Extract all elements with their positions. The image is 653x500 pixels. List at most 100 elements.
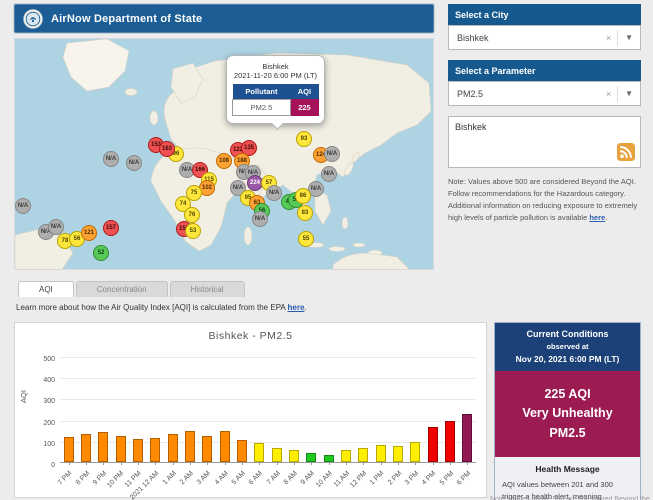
chart-bar[interactable] [393, 446, 403, 462]
note-here-link[interactable]: here [589, 213, 605, 222]
popup-table: Pollutant AQI PM2.5 225 [232, 84, 319, 116]
map-marker[interactable]: 53 [185, 223, 201, 239]
city-select-value: Bishkek [457, 33, 489, 43]
aqi-chart-panel: Bishkek - PM2.5 AQI 0100200300400500 7 P… [14, 322, 487, 498]
chart-bar[interactable] [289, 450, 299, 462]
chart-bar[interactable] [341, 450, 351, 462]
parameter-select[interactable]: PM2.5 × ▼ [448, 81, 641, 106]
y-tick-label: 300 [29, 398, 55, 405]
x-tick-label: 2 PM [386, 470, 403, 487]
x-tick [190, 462, 191, 465]
x-tick-label: 3 AM [196, 470, 212, 486]
map-marker[interactable]: 163 [159, 141, 175, 157]
chart-bar[interactable] [376, 445, 386, 462]
x-tick-label: 8 PM [74, 470, 91, 487]
x-tick [138, 462, 139, 465]
chart-bar[interactable] [185, 431, 195, 462]
chart-bar[interactable] [202, 436, 212, 462]
map-marker[interactable]: N/A [103, 151, 119, 167]
tab-historical[interactable]: Historical [170, 281, 245, 297]
x-tick-label: 8 AM [283, 470, 299, 486]
chevron-down-icon[interactable]: ▼ [617, 86, 640, 102]
x-axis-labels: 7 PM8 PM9 PM10 PM11 PM2021 12 AM1 AM2 AM… [60, 467, 476, 497]
x-tick-label: 2 AM [179, 470, 195, 486]
tab-concentration[interactable]: Concentration [76, 281, 168, 297]
map-marker[interactable]: 121 [81, 225, 97, 241]
y-tick-label: 400 [29, 377, 55, 384]
x-tick-label: 3 PM [404, 470, 421, 487]
map-marker[interactable]: N/A [126, 155, 142, 171]
map-marker[interactable]: N/A [266, 185, 282, 201]
x-tick-label: 5 AM [231, 470, 247, 486]
popup-col-pollutant: Pollutant [233, 84, 291, 100]
chart-bar[interactable] [254, 443, 264, 462]
cc-aqi-value: 225 AQI [499, 385, 636, 404]
gridline [60, 399, 476, 400]
y-tick-label: 0 [29, 462, 55, 469]
cc-datetime: Nov 20, 2021 6:00 PM (LT) [499, 354, 636, 364]
x-tick [242, 462, 243, 465]
rss-icon[interactable] [617, 143, 635, 163]
chart-bar[interactable] [168, 434, 178, 462]
chart-plot-area: 0100200300400500 [60, 357, 476, 463]
map-marker[interactable]: N/A [324, 146, 340, 162]
clear-city-icon[interactable]: × [600, 33, 617, 43]
x-tick [121, 462, 122, 465]
page: { "header": { "title": "AirNow Departmen… [0, 0, 653, 500]
x-tick [207, 462, 208, 465]
map-marker[interactable]: N/A [15, 198, 31, 214]
chart-bar[interactable] [324, 455, 334, 462]
popup-city: Bishkek [232, 62, 319, 71]
x-tick [381, 462, 382, 465]
map-marker[interactable]: 108 [216, 153, 232, 169]
chart-bar[interactable] [445, 421, 455, 462]
map-marker[interactable]: 52 [93, 245, 109, 261]
chart-bar[interactable] [410, 442, 420, 462]
x-tick-label: 5 PM [438, 470, 455, 487]
chart-bar[interactable] [358, 448, 368, 462]
x-tick [69, 462, 70, 465]
chart-bar[interactable] [81, 434, 91, 462]
cc-title: Current Conditions [499, 329, 636, 339]
world-map[interactable]: N/AN/AN/AN/A78561211575296153163N/AN/A16… [14, 38, 434, 270]
cc-pollutant: PM2.5 [499, 424, 636, 443]
aqi-note: Note: Values above 500 are considered Be… [448, 176, 644, 224]
chart-bar[interactable] [150, 438, 160, 462]
map-marker[interactable]: 83 [297, 205, 313, 221]
chart-bar[interactable] [462, 414, 472, 462]
select-parameter-label: Select a Parameter [455, 66, 536, 76]
x-tick-label: 4 AM [213, 470, 229, 486]
popup-datetime: 2021-11-20 6:00 PM (LT) [232, 71, 319, 80]
x-tick [103, 462, 104, 465]
x-tick-label: 12 PM [349, 470, 368, 489]
map-marker[interactable]: 55 [298, 231, 314, 247]
y-tick-label: 200 [29, 420, 55, 427]
map-marker[interactable]: N/A [252, 211, 268, 227]
x-tick [398, 462, 399, 465]
chevron-down-icon[interactable]: ▼ [617, 30, 640, 46]
chart-bar[interactable] [220, 431, 230, 462]
map-marker[interactable]: 157 [103, 220, 119, 236]
x-tick-label: 6 PM [456, 470, 473, 487]
tab-aqi[interactable]: AQI [18, 281, 74, 297]
chart-bar[interactable] [306, 453, 316, 462]
chart-bar[interactable] [98, 432, 108, 462]
chart-bar[interactable] [272, 448, 282, 462]
learn-more-text: Learn more about how the Air Quality Ind… [16, 303, 288, 312]
city-select[interactable]: Bishkek × ▼ [448, 25, 641, 50]
map-marker[interactable]: 93 [296, 131, 312, 147]
chart-bar[interactable] [116, 436, 126, 462]
x-tick-label: 7 AM [265, 470, 281, 486]
x-tick [311, 462, 312, 465]
map-marker[interactable]: 86 [295, 188, 311, 204]
feed-city-text: Bishkek [455, 122, 487, 132]
map-marker[interactable]: N/A [321, 166, 337, 182]
chart-bar[interactable] [64, 437, 74, 462]
chart-bar[interactable] [133, 439, 143, 462]
gridline [60, 357, 476, 358]
chart-bar[interactable] [237, 440, 247, 462]
chart-bar[interactable] [428, 427, 438, 462]
popup-aqi-value: 225 [290, 100, 318, 116]
clear-parameter-icon[interactable]: × [600, 89, 617, 99]
learn-more-here-link[interactable]: here [288, 303, 305, 312]
